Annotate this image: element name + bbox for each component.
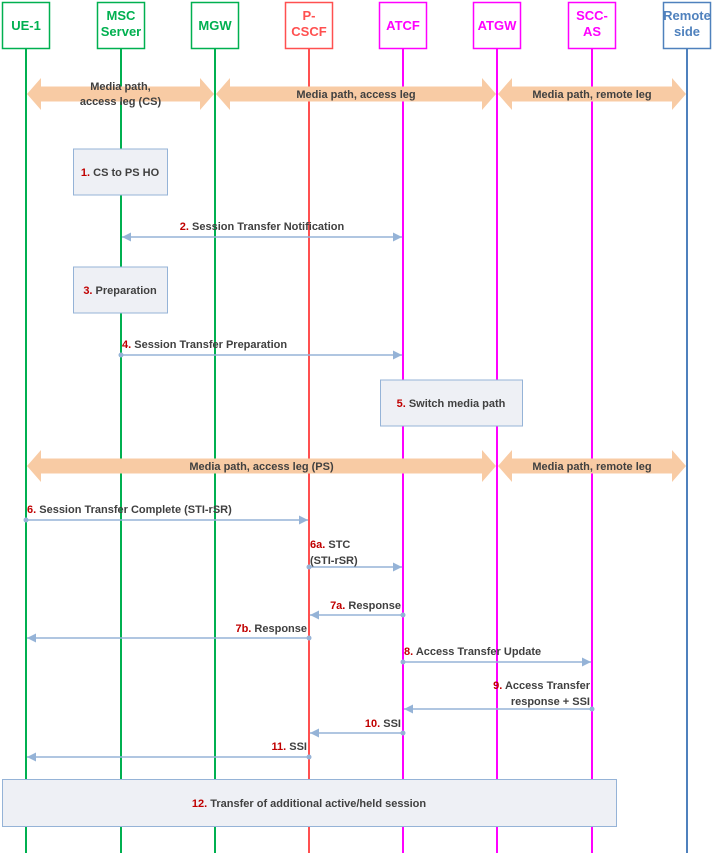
step-4: 4. Session Transfer Preparation	[118, 339, 402, 360]
step-number: 4.	[122, 339, 131, 351]
participant-label: ATGW	[478, 18, 517, 33]
media-path-label: Media path, remote leg	[532, 461, 651, 473]
step-7a: 7a. Response	[310, 600, 406, 620]
participant-pcscf: P-CSCF	[284, 1, 334, 853]
step-5: 5. Switch media path	[380, 379, 523, 427]
participant-atgw: ATGW	[472, 1, 522, 853]
message-origin-dot	[118, 352, 124, 358]
step-text: Response	[251, 623, 307, 635]
step-box-label: 3. Preparation	[83, 285, 157, 297]
step-text: Access Transfer	[502, 680, 590, 692]
step-8: 8. Access Transfer Update	[400, 646, 591, 667]
participant-msc: MSCServer	[96, 1, 146, 853]
message-origin-dot	[400, 730, 406, 736]
participant-sccas: SCC-AS	[567, 1, 617, 853]
participant-label: MSC	[107, 8, 137, 23]
step-box-label: 12. Transfer of additional active/held s…	[192, 798, 426, 810]
step-box-label: 1. CS to PS HO	[81, 167, 160, 179]
step-number: 3.	[83, 285, 92, 297]
message-label: 6a. STC	[310, 539, 350, 551]
participant-label: AS	[583, 24, 601, 39]
message-origin-dot	[306, 635, 312, 641]
step-text: response + SSI	[511, 696, 590, 708]
participant-label: Server	[101, 24, 141, 39]
step-box-label: 5. Switch media path	[397, 398, 506, 410]
step-text: Session Transfer Complete (STI-rSR)	[36, 504, 232, 516]
participant-ue1: UE-1	[1, 1, 51, 853]
participant-label: ATCF	[386, 18, 420, 33]
step-1: 1. CS to PS HO	[73, 148, 168, 196]
step-6: 6. Session Transfer Complete (STI-rSR)	[23, 504, 308, 525]
step-10: 10. SSI	[310, 718, 406, 738]
message-origin-dot	[306, 754, 312, 760]
media-path-label: access leg (CS)	[80, 96, 162, 108]
step-9: 9. Access Transfer response + SSI	[404, 680, 595, 714]
step-number: 7a.	[330, 600, 345, 612]
media-path-label: Media path,	[90, 81, 151, 93]
step-number: 5.	[397, 398, 406, 410]
participant-label: SCC-	[576, 8, 608, 23]
media-path-label: Media path, access leg	[296, 89, 415, 101]
message-label: 10. SSI	[365, 718, 401, 730]
step-text: STC	[325, 539, 350, 551]
step-text: Switch media path	[406, 398, 506, 410]
message-label: (STI-rSR)	[310, 555, 358, 567]
message-label: 7a. Response	[330, 600, 401, 612]
participant-label: P-	[303, 8, 316, 23]
step-number: 10.	[365, 718, 380, 730]
message-origin-dot	[400, 612, 406, 618]
step-3: 3. Preparation	[73, 266, 168, 314]
message-origin-dot	[589, 706, 595, 712]
participant-label: CSCF	[291, 24, 326, 39]
step-2: 2. Session Transfer Notification	[122, 221, 402, 242]
step-number: 2.	[180, 221, 189, 233]
step-number: 6a.	[310, 539, 325, 551]
message-label: 4. Session Transfer Preparation	[122, 339, 287, 351]
step-number: 8.	[404, 646, 413, 658]
step-11: 11. SSI	[27, 741, 312, 762]
step-7b: 7b. Response	[27, 623, 312, 643]
message-label: 7b. Response	[235, 623, 307, 635]
media-path-label: Media path, access leg (PS)	[189, 461, 334, 473]
media-path-mp2: Media path, access leg	[216, 78, 496, 110]
participant-label: Remote	[663, 8, 711, 23]
step-number: 7b.	[235, 623, 251, 635]
message-label: 11. SSI	[272, 741, 307, 753]
step-number: 11.	[272, 741, 287, 753]
message-label: 9. Access Transfer	[493, 680, 591, 692]
message-label: 2. Session Transfer Notification	[180, 221, 345, 233]
participant-remote: Remoteside	[662, 1, 712, 853]
step-text: CS to PS HO	[90, 167, 160, 179]
step-text: Transfer of additional active/held sessi…	[207, 798, 426, 810]
step-text: Preparation	[93, 285, 157, 297]
message-origin-dot	[400, 659, 406, 665]
participant-mgw: MGW	[190, 1, 240, 853]
step-text: Response	[345, 600, 401, 612]
step-text: Session Transfer Notification	[189, 221, 345, 233]
participant-label: UE-1	[11, 18, 41, 33]
message-label: response + SSI	[511, 696, 590, 708]
media-path-mp4: Media path, access leg (PS)	[27, 450, 496, 482]
step-text: Session Transfer Preparation	[131, 339, 287, 351]
message-origin-dot	[23, 517, 29, 523]
participant-label: side	[674, 24, 700, 39]
participant-label: MGW	[198, 18, 232, 33]
step-number: 1.	[81, 167, 90, 179]
step-number: 9.	[493, 680, 502, 692]
step-number: 6.	[27, 504, 36, 516]
media-path-label: Media path, remote leg	[532, 89, 651, 101]
message-label: 6. Session Transfer Complete (STI-rSR)	[27, 504, 232, 516]
step-text: SSI	[286, 741, 307, 753]
step-number: 12.	[192, 798, 207, 810]
sequence-diagram: UE-1 MSCServer MGW P-CSCF ATCF ATGW SCC-AS Remo…	[1, 1, 712, 853]
media-path-mp1: Media path, access leg (CS)	[27, 78, 214, 110]
step-text: Access Transfer Update	[413, 646, 541, 658]
step-6a: 6a. STC (STI-rSR)	[306, 539, 402, 572]
step-text: SSI	[380, 718, 401, 730]
message-label: 8. Access Transfer Update	[404, 646, 541, 658]
step-text: (STI-rSR)	[310, 555, 358, 567]
step-12: 12. Transfer of additional active/held s…	[2, 779, 617, 827]
